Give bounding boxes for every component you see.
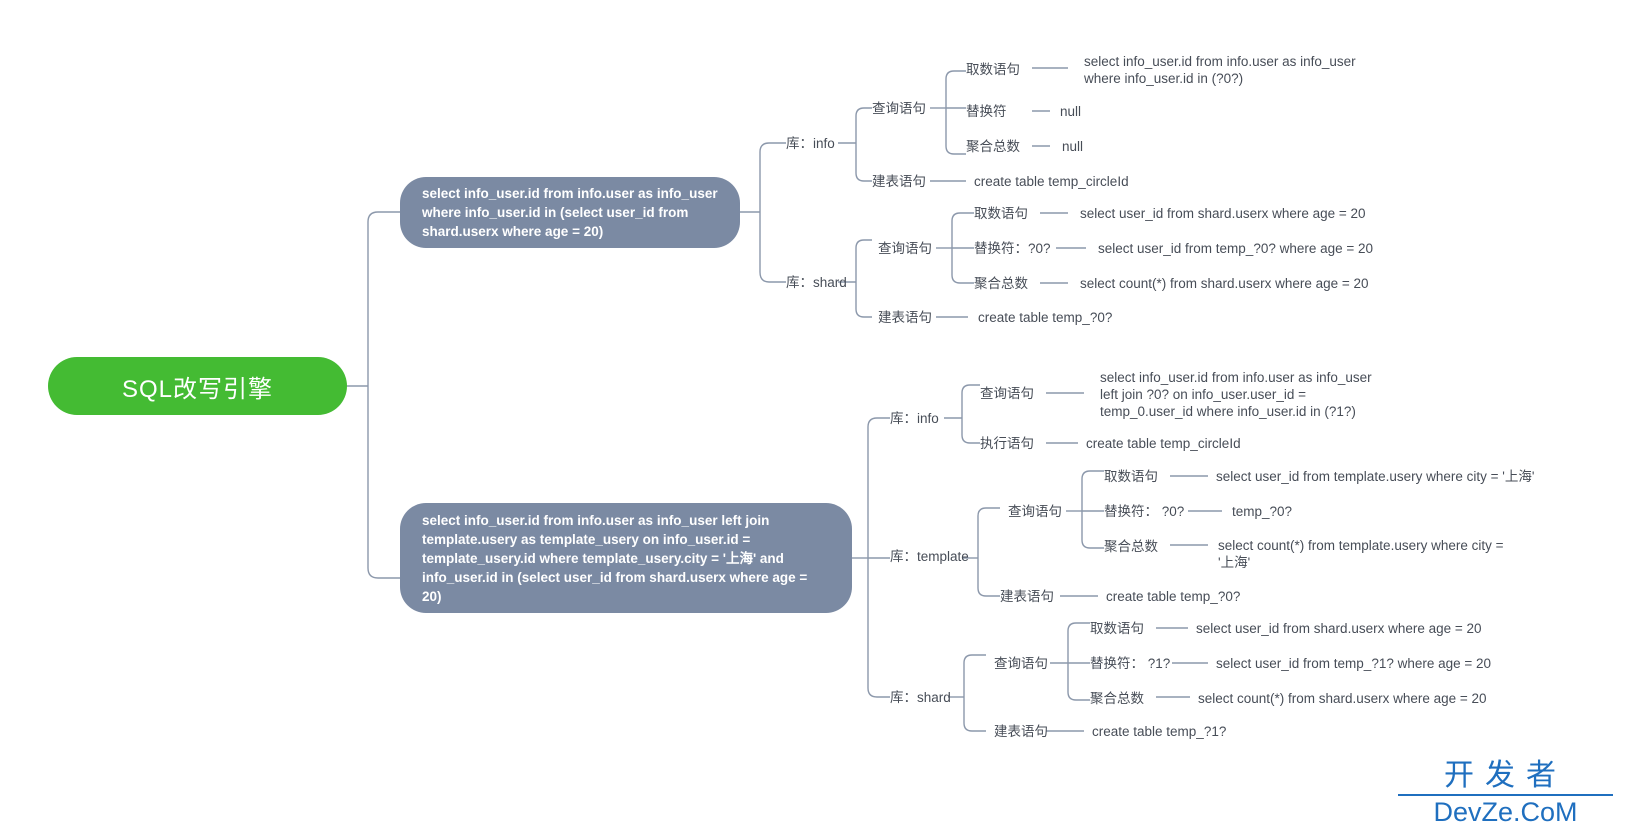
item-value-aggregate: select count(*) from template.usery wher…	[1218, 538, 1504, 570]
watermark-cn: 开发者	[1398, 760, 1613, 796]
item-value-fetch: select info_user.id from info.user as in…	[1084, 54, 1356, 86]
leaf-value-create-table: create table temp_?0?	[1106, 589, 1241, 604]
group-label-query[interactable]: 查询语句	[1008, 503, 1062, 520]
db-label-shard[interactable]: 库：shard	[786, 274, 847, 291]
db-label-template[interactable]: 库：template	[890, 548, 969, 565]
root-label: SQL改写引擎	[121, 375, 274, 403]
group-label-query[interactable]: 查询语句	[878, 240, 932, 257]
statement-text: select info_user.id from info.user as in…	[422, 512, 808, 604]
item-value-placeholder: temp_?0?	[1232, 504, 1293, 519]
db-label-info[interactable]: 库：info	[890, 410, 939, 427]
leaf-label-create-table[interactable]: 建表语句	[994, 723, 1048, 740]
item-value-aggregate: null	[1062, 139, 1084, 154]
group-label-query[interactable]: 查询语句	[994, 655, 1048, 672]
item-value-placeholder: select user_id from temp_?0? where age =…	[1098, 241, 1374, 256]
item-label-aggregate[interactable]: 聚合总数	[974, 275, 1028, 292]
item-label-aggregate[interactable]: 聚合总数	[1104, 538, 1158, 555]
item-value-fetch: select user_id from shard.userx where ag…	[1196, 621, 1482, 636]
item-label-aggregate[interactable]: 聚合总数	[1090, 690, 1144, 707]
item-label-fetch[interactable]: 取数语句	[966, 61, 1020, 78]
leaf-value-exec: create table temp_circleId	[1086, 436, 1241, 451]
item-label-placeholder[interactable]: 替换符：?0?	[974, 240, 1051, 257]
item-label-aggregate[interactable]: 聚合总数	[966, 138, 1020, 155]
statement-node-2[interactable]: select info_user.id from info.user as in…	[400, 503, 852, 613]
leaf-label-create-table[interactable]: 建表语句	[1000, 588, 1054, 605]
item-value-placeholder: select user_id from temp_?1? where age =…	[1216, 656, 1492, 671]
item-value-placeholder: null	[1060, 104, 1082, 119]
item-value-fetch: select user_id from shard.userx where ag…	[1080, 206, 1366, 221]
item-label-placeholder[interactable]: 替换符	[966, 103, 1007, 120]
mindmap-canvas: SQL改写引擎 select info_user.id from info.us…	[0, 0, 1629, 826]
item-value-aggregate: select count(*) from shard.userx where a…	[1080, 276, 1369, 291]
item-label-fetch[interactable]: 取数语句	[974, 205, 1028, 222]
leaf-value-create-table: create table temp_?0?	[978, 310, 1113, 325]
leaf-value-query: select info_user.id from info.user as in…	[1100, 370, 1372, 419]
item-label-placeholder[interactable]: 替换符： ?0?	[1104, 503, 1184, 520]
item-value-fetch: select user_id from template.usery where…	[1216, 469, 1535, 484]
item-label-fetch[interactable]: 取数语句	[1104, 468, 1158, 485]
watermark: 开发者 DevZe.CoM	[1398, 760, 1613, 826]
db-label-shard[interactable]: 库：shard	[890, 689, 951, 706]
leaf-label-query[interactable]: 查询语句	[980, 385, 1034, 402]
root-node[interactable]: SQL改写引擎	[48, 357, 347, 415]
group-label-query[interactable]: 查询语句	[872, 100, 926, 117]
leaf-label-create-table[interactable]: 建表语句	[872, 173, 926, 190]
item-label-placeholder[interactable]: 替换符： ?1?	[1090, 655, 1170, 672]
item-label-fetch[interactable]: 取数语句	[1090, 620, 1144, 637]
leaf-value-create-table: create table temp_circleId	[974, 174, 1129, 189]
watermark-en: DevZe.CoM	[1433, 796, 1578, 827]
db-label-info[interactable]: 库：info	[786, 135, 835, 152]
leaf-label-exec[interactable]: 执行语句	[980, 435, 1034, 452]
statement-text: select info_user.id from info.user as in…	[422, 186, 718, 239]
item-value-aggregate: select count(*) from shard.userx where a…	[1198, 691, 1487, 706]
leaf-label-create-table[interactable]: 建表语句	[878, 309, 932, 326]
statement-node-1[interactable]: select info_user.id from info.user as in…	[400, 177, 740, 248]
leaf-value-create-table: create table temp_?1?	[1092, 724, 1227, 739]
